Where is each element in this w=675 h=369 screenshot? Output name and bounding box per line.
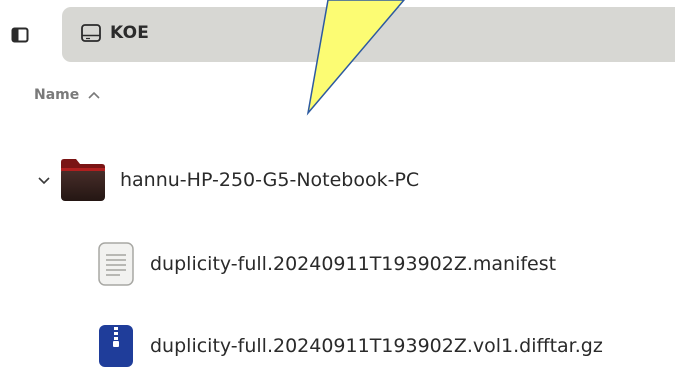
text-file-icon bbox=[98, 242, 134, 286]
drive-icon bbox=[81, 24, 101, 42]
chevron-down-icon bbox=[38, 177, 50, 185]
archive-file-icon bbox=[99, 325, 133, 367]
column-header-name[interactable]: Name bbox=[34, 84, 101, 106]
chevron-up-icon bbox=[88, 91, 100, 99]
path-segment-koe[interactable]: KOE bbox=[80, 20, 149, 46]
list-item-file[interactable]: duplicity-full.20240911T193902Z.manifest bbox=[96, 236, 556, 292]
item-name: hannu-HP-250-G5-Notebook-PC bbox=[120, 169, 420, 191]
sidebar-toggle-icon bbox=[11, 27, 29, 43]
column-label-name: Name bbox=[34, 87, 80, 103]
item-name: duplicity-full.20240911T193902Z.vol1.dif… bbox=[150, 335, 603, 357]
folder-icon bbox=[61, 159, 105, 201]
list-item-folder[interactable]: hannu-HP-250-G5-Notebook-PC bbox=[36, 152, 419, 208]
item-name: duplicity-full.20240911T193902Z.manifest bbox=[150, 253, 557, 275]
list-item-file[interactable]: duplicity-full.20240911T193902Z.vol1.dif… bbox=[96, 318, 603, 369]
path-bar[interactable] bbox=[62, 7, 675, 62]
file-manager-window: KOE Name hannu-HP-250-G5-Notebook-PC dup… bbox=[0, 0, 675, 369]
path-label: KOE bbox=[110, 23, 150, 43]
expander-toggle[interactable] bbox=[36, 172, 52, 188]
sidebar-toggle-button[interactable] bbox=[10, 26, 30, 44]
